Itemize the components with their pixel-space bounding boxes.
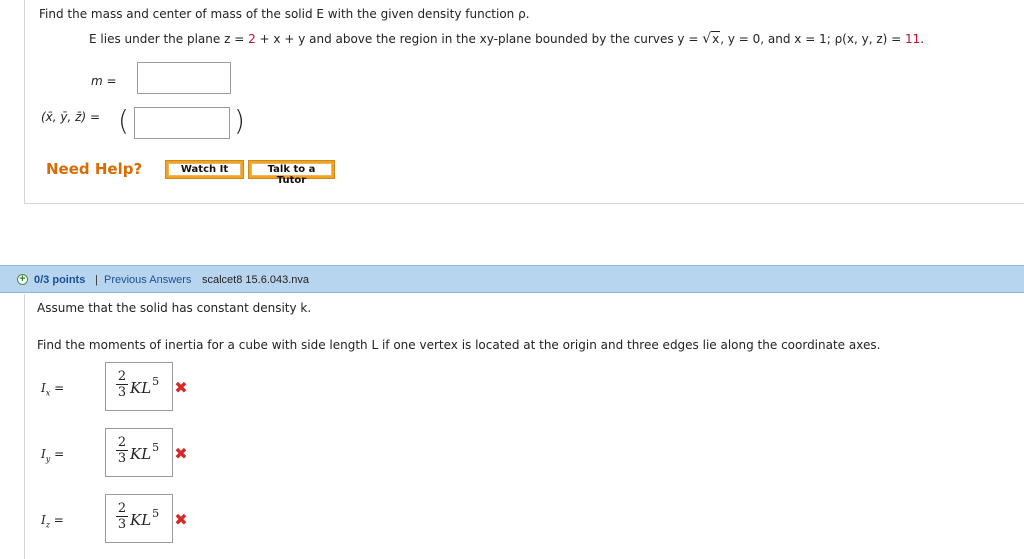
mass-input[interactable] — [137, 62, 231, 94]
iz-expression: KL5 — [130, 507, 160, 529]
sqrt-icon: √ — [702, 31, 712, 47]
need-help-label: Need Help? — [46, 160, 143, 178]
desc-highlight-2: 2 — [248, 32, 256, 46]
iz-label: Iz = — [41, 513, 64, 530]
expand-plus-icon[interactable]: + — [17, 274, 28, 285]
points-score: 0/3 points — [34, 274, 86, 286]
ix-fraction: 23 — [116, 369, 128, 400]
desc-text-2: + x + y and above the region in the xy-p… — [255, 32, 703, 46]
mass-label: m = — [91, 74, 117, 88]
talk-to-tutor-button[interactable]: Talk to a Tutor — [248, 160, 335, 186]
watch-it-label: Watch It — [168, 163, 241, 176]
question-code: scalcet8 15.6.043.nva — [202, 274, 310, 286]
incorrect-x-icon: ✖ — [174, 378, 188, 397]
desc-text-3: , y = 0, and x = 1; ρ(x, y, z) = — [720, 32, 905, 46]
ix-expression: KL5 — [130, 375, 160, 397]
question-2-prompt: Find the moments of inertia for a cube w… — [37, 338, 881, 352]
desc-text-4: . — [920, 32, 925, 46]
desc-text-1: E lies under the plane z = — [89, 32, 249, 46]
watch-it-button[interactable]: Watch It — [165, 160, 244, 179]
incorrect-x-icon: ✖ — [174, 444, 188, 463]
paren-open: ( — [118, 104, 129, 137]
incorrect-x-icon: ✖ — [174, 510, 188, 529]
question-1-description: E lies under the plane z = 2 + x + y and… — [89, 31, 924, 47]
talk-to-tutor-label: Talk to a Tutor — [251, 163, 332, 186]
iz-answer-box[interactable]: 23 KL5 — [105, 494, 173, 543]
iy-answer-box[interactable]: 23 KL5 — [105, 428, 173, 477]
previous-answers-link[interactable]: Previous Answers — [104, 274, 191, 286]
question-1-prompt: Find the mass and center of mass of the … — [39, 7, 530, 21]
iy-fraction: 23 — [116, 435, 128, 466]
ix-answer-box[interactable]: 23 KL5 — [105, 362, 173, 411]
ix-label: Ix = — [41, 381, 65, 398]
sqrt-argument: x — [711, 31, 721, 46]
question-2-assumption: Assume that the solid has constant densi… — [37, 301, 312, 315]
question-2-header: + 0/3 points | Previous Answers scalcet8… — [0, 265, 1024, 293]
header-separator: | — [95, 274, 98, 286]
center-of-mass-text: (x̄, ȳ, z̄) = — [41, 110, 100, 124]
paren-close: ) — [234, 104, 245, 137]
question-1-panel: Find the mass and center of mass of the … — [24, 0, 1024, 204]
iz-fraction: 23 — [116, 501, 128, 532]
sqrt-expression: √x — [702, 31, 721, 47]
iy-expression: KL5 — [130, 441, 160, 463]
question-2-panel: Assume that the solid has constant densi… — [24, 294, 1024, 559]
iy-label: Iy = — [41, 447, 65, 464]
center-of-mass-label: (x̄, ȳ, z̄) = — [41, 108, 100, 129]
center-of-mass-input[interactable] — [134, 107, 230, 139]
desc-highlight-11: 11 — [905, 32, 921, 46]
